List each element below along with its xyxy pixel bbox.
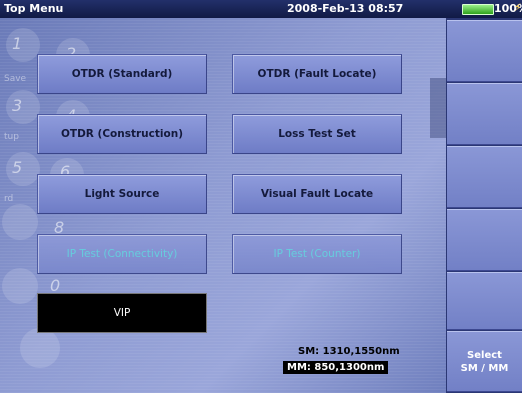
background-circle: [2, 204, 38, 240]
softkey-panel: Select SM / MM: [446, 18, 522, 393]
softkey-5[interactable]: [447, 272, 522, 330]
title-bar: Top Menu 2008-Feb-13 08:57 100% ⚡: [0, 0, 522, 18]
softkey-4[interactable]: [447, 209, 522, 271]
sm-wavelengths: SM: 1310,1550nm: [298, 346, 400, 357]
softkey-1[interactable]: [447, 20, 522, 82]
softkey-2[interactable]: [447, 83, 522, 145]
background-stripe: [430, 78, 446, 138]
otdr-construction-button[interactable]: OTDR (Construction): [37, 114, 207, 154]
vip-button[interactable]: VIP: [37, 293, 207, 333]
background-label: Save: [4, 74, 27, 84]
background-number: 5: [12, 158, 23, 177]
select-sm-mm-button[interactable]: Select SM / MM: [447, 331, 522, 392]
otdr-standard-button[interactable]: OTDR (Standard): [37, 54, 207, 94]
background-circle: [20, 328, 60, 368]
ip-test-counter-button[interactable]: IP Test (Counter): [232, 234, 402, 274]
background-label: tup: [4, 132, 19, 142]
ip-test-connectivity-button[interactable]: IP Test (Connectivity): [37, 234, 207, 274]
visual-fault-locate-button[interactable]: Visual Fault Locate: [232, 174, 402, 214]
date-time: 2008-Feb-13 08:57: [287, 2, 404, 15]
background-number: 1: [12, 34, 23, 53]
light-source-button[interactable]: Light Source: [37, 174, 207, 214]
background-circle: [2, 268, 38, 304]
battery-icon: [462, 4, 494, 15]
loss-test-set-button[interactable]: Loss Test Set: [232, 114, 402, 154]
background-label: rd: [4, 194, 14, 204]
power-plug-icon: ⚡: [514, 1, 522, 14]
otdr-fault-locate-button[interactable]: OTDR (Fault Locate): [232, 54, 402, 94]
background-number: 3: [12, 96, 23, 115]
mm-wavelengths: MM: 850,1300nm: [283, 361, 389, 374]
screen-title: Top Menu: [4, 2, 64, 15]
softkey-3[interactable]: [447, 146, 522, 208]
